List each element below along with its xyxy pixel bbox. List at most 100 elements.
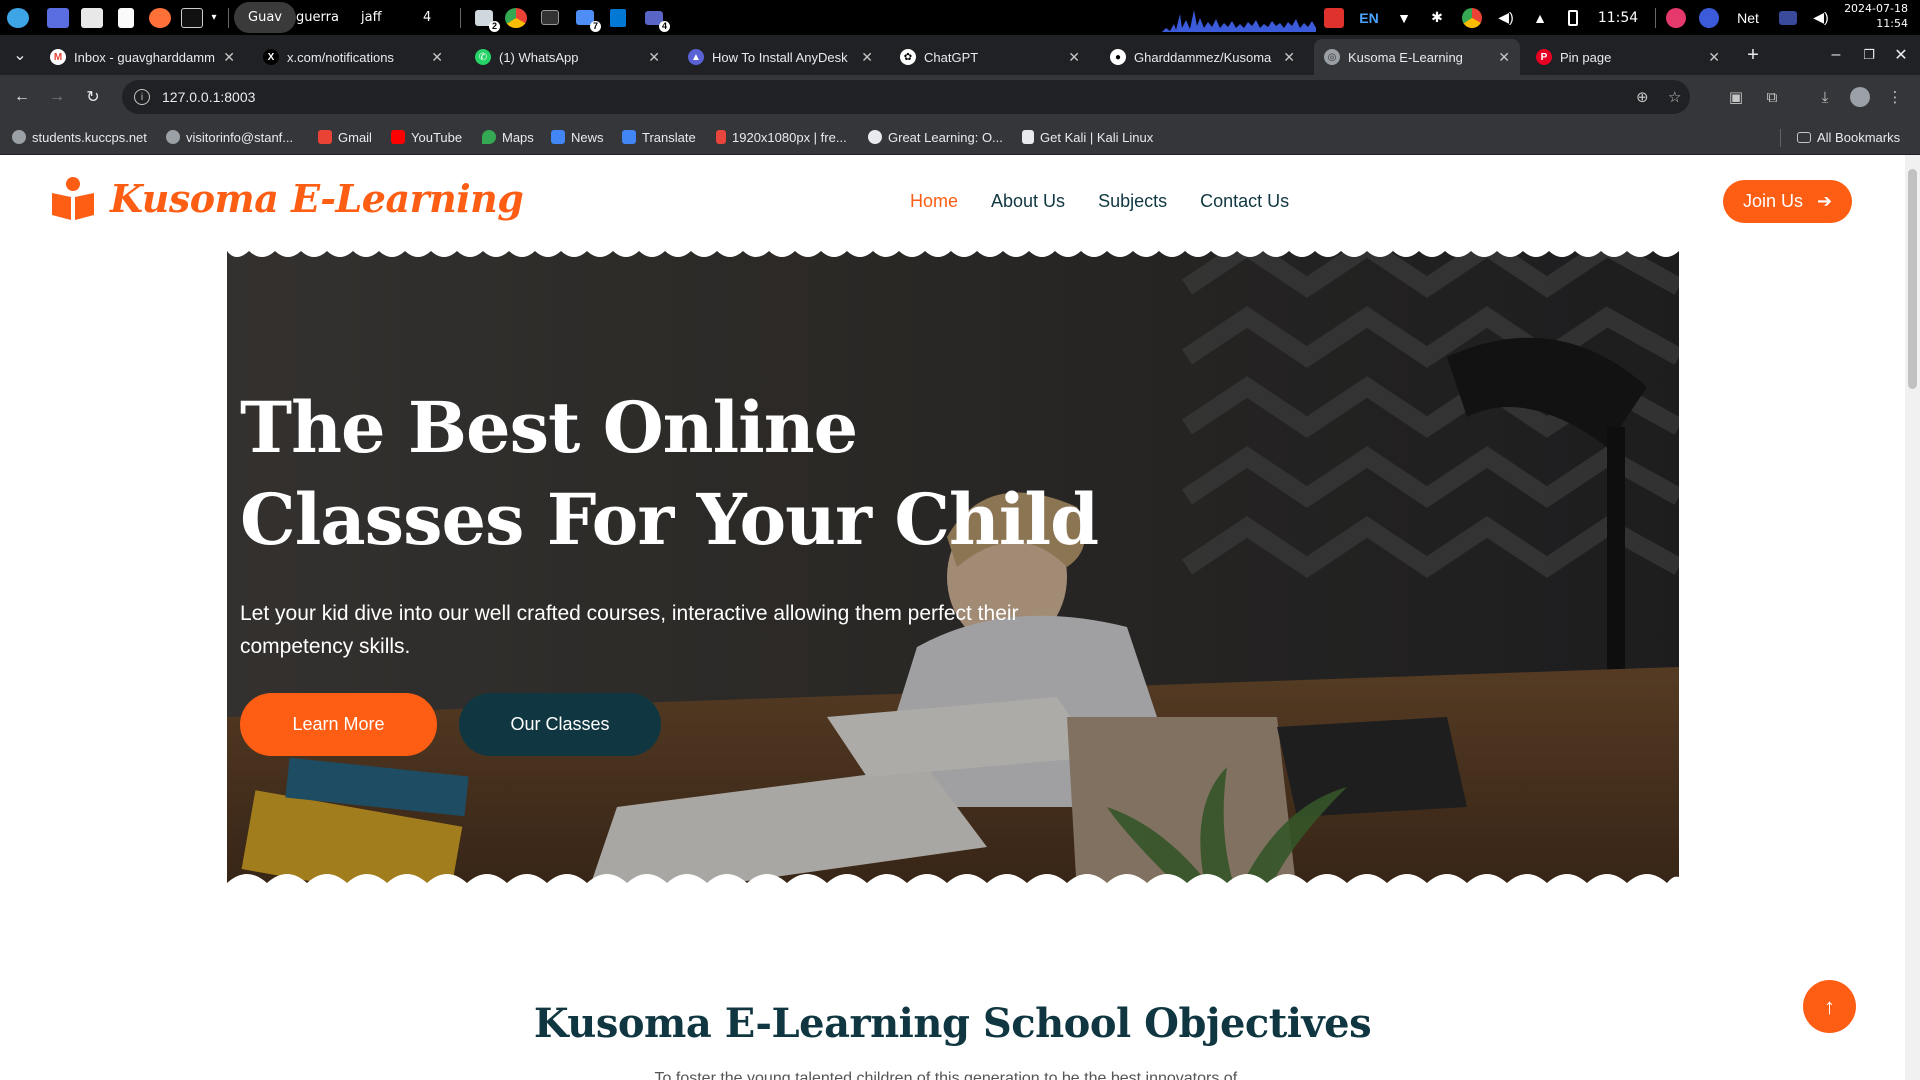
bookmark-translate[interactable]: Translate [622,120,696,154]
tab-search-chevron-icon[interactable]: ⌄ [6,41,34,69]
anydesk-icon: ▲ [688,49,704,65]
restore-icon[interactable]: ❐ [1855,41,1883,69]
new-tab-button[interactable]: + [1739,41,1767,69]
battery-icon[interactable] [1564,0,1582,35]
bookmark-news[interactable]: News [551,120,604,154]
tab-kusoma[interactable]: ◎ Kusoma E-Learning ✕ [1314,39,1520,75]
site-header: Kusoma E-Learning Home About Us Subjects… [0,155,1905,247]
file-manager-icon[interactable] [80,0,104,35]
profile-avatar[interactable] [1848,85,1872,109]
zoom-icon[interactable]: ⊕ [1636,80,1649,114]
bookmark-kuccps[interactable]: students.kuccps.net [12,120,147,154]
all-bookmarks[interactable]: All Bookmarks [1797,120,1900,154]
logo-text: Kusoma E-Learning [110,175,524,221]
minimize-icon[interactable]: – [1822,41,1850,69]
task-window-icon[interactable] [538,0,562,35]
task-window2-icon[interactable]: 4 [642,0,670,35]
notification-bell-icon[interactable]: ▲ [1530,0,1550,35]
site-info-icon[interactable]: i [134,89,150,105]
wifi-icon[interactable]: ▼ [1394,0,1414,35]
workspace-1[interactable]: Guav [234,2,296,33]
tab-anydesk[interactable]: ▲ How To Install AnyDesk ✕ [678,39,883,75]
close-tab-icon[interactable]: ✕ [861,49,873,66]
task-chrome-icon[interactable] [503,0,529,35]
close-window-icon[interactable]: ✕ [1887,41,1915,69]
url-text[interactable]: 127.0.0.1:8003 [162,89,255,105]
tab-x[interactable]: X x.com/notifications ✕ [253,39,453,75]
sync-tray-icon[interactable] [1698,0,1720,35]
arrow-right-icon: ➔ [1816,191,1833,211]
screen-tray-icon[interactable] [1777,0,1799,35]
kali-dragon-icon [1022,130,1034,144]
globe-icon [166,130,180,144]
nav-contact-us[interactable]: Contact Us [1200,191,1289,212]
task-app-icon[interactable]: 2 [472,0,500,35]
nav-subjects[interactable]: Subjects [1098,191,1167,212]
scrollbar-thumb[interactable] [1908,169,1917,389]
volume-icon[interactable]: ◀) [1495,0,1517,35]
address-bar[interactable]: i 127.0.0.1:8003 ⊕ ☆ [122,80,1690,114]
bookmark-gmail[interactable]: Gmail [318,120,372,154]
objectives-heading: Kusoma E-Learning School Objectives [533,1000,1372,1047]
extensions-icon[interactable]: ⧉ [1760,85,1784,109]
forward-arrow-icon[interactable]: → [44,84,70,110]
menu-kebab-icon[interactable]: ⋮ [1883,85,1907,109]
tab-github[interactable]: ● Gharddammez/Kusoma ✕ [1100,39,1305,75]
close-tab-icon[interactable]: ✕ [223,49,235,66]
folder-icon [1797,131,1811,143]
bookmark-kali[interactable]: Get Kali | Kali Linux [1022,120,1153,154]
chevron-down-icon[interactable]: ▾ [207,0,221,35]
speaker-icon[interactable]: ◀) [1810,0,1832,35]
reload-icon[interactable]: ↻ [80,84,106,110]
chatgpt-icon: ✿ [900,49,916,65]
task-vscode-icon[interactable] [606,0,630,35]
downloads-icon[interactable]: ⤓ [1813,85,1837,109]
workspace-4[interactable]: 4 [423,0,431,35]
chrome-tray-icon[interactable] [1460,0,1484,35]
page-scrollbar[interactable] [1905,155,1920,1080]
back-to-top-button[interactable]: ↑ [1803,980,1856,1033]
bookmark-stanford[interactable]: visitorinfo@stanf... [166,120,293,154]
bookmark-great-learning[interactable]: Great Learning: O... [868,120,1003,154]
bookmark-maps[interactable]: Maps [482,120,534,154]
divider [1780,129,1781,147]
language-indicator[interactable]: EN [1357,0,1381,35]
os-menu-icon[interactable] [5,0,31,35]
close-tab-icon[interactable]: ✕ [648,49,660,66]
tab-whatsapp[interactable]: ✆ (1) WhatsApp ✕ [465,39,670,75]
join-us-button[interactable]: Join Us ➔ [1723,180,1852,223]
close-tab-icon[interactable]: ✕ [1708,49,1720,66]
close-tab-icon[interactable]: ✕ [1068,49,1080,66]
close-tab-icon[interactable]: ✕ [1283,49,1295,66]
close-tab-icon[interactable]: ✕ [1498,49,1510,66]
cast-icon[interactable]: ▣ [1724,85,1748,109]
tab-gmail[interactable]: M Inbox - guavgharddammez@ ✕ [40,39,245,75]
google-icon [868,130,882,144]
task-files-icon[interactable]: 7 [573,0,601,35]
anydesk-tray-icon[interactable] [1323,0,1345,35]
back-arrow-icon[interactable]: ← [9,84,35,110]
clock-date: 2024-07-18 [1844,2,1908,15]
workspace-2[interactable]: guerra [296,0,339,35]
bookmark-youtube[interactable]: YouTube [391,120,462,154]
system-clock[interactable]: 2024-07-18 11:54 [1844,1,1908,31]
bluetooth-icon[interactable]: ✱ [1427,0,1447,35]
desktop-icon[interactable] [46,0,70,35]
hero-banner: The Best Online Classes For Your Child L… [227,247,1679,895]
workspace-3[interactable]: jaff [361,0,382,35]
nav-home[interactable]: Home [910,191,958,212]
lock-tray-icon[interactable] [1665,0,1687,35]
nav-about-us[interactable]: About Us [991,191,1065,212]
learn-more-button[interactable]: Learn More [240,693,437,756]
translate-icon [622,130,636,144]
terminal-icon[interactable] [180,0,204,35]
site-logo[interactable]: Kusoma E-Learning [50,175,524,221]
close-tab-icon[interactable]: ✕ [431,49,443,66]
tab-chatgpt[interactable]: ✿ ChatGPT ✕ [890,39,1090,75]
text-editor-icon[interactable] [114,0,138,35]
bookmark-star-icon[interactable]: ☆ [1668,80,1681,114]
tab-pinterest[interactable]: P Pin page ✕ [1526,39,1730,75]
our-classes-button[interactable]: Our Classes [459,693,661,756]
firefox-icon[interactable] [148,0,172,35]
bookmark-wallpaper[interactable]: 1920x1080px | fre... [716,120,847,154]
